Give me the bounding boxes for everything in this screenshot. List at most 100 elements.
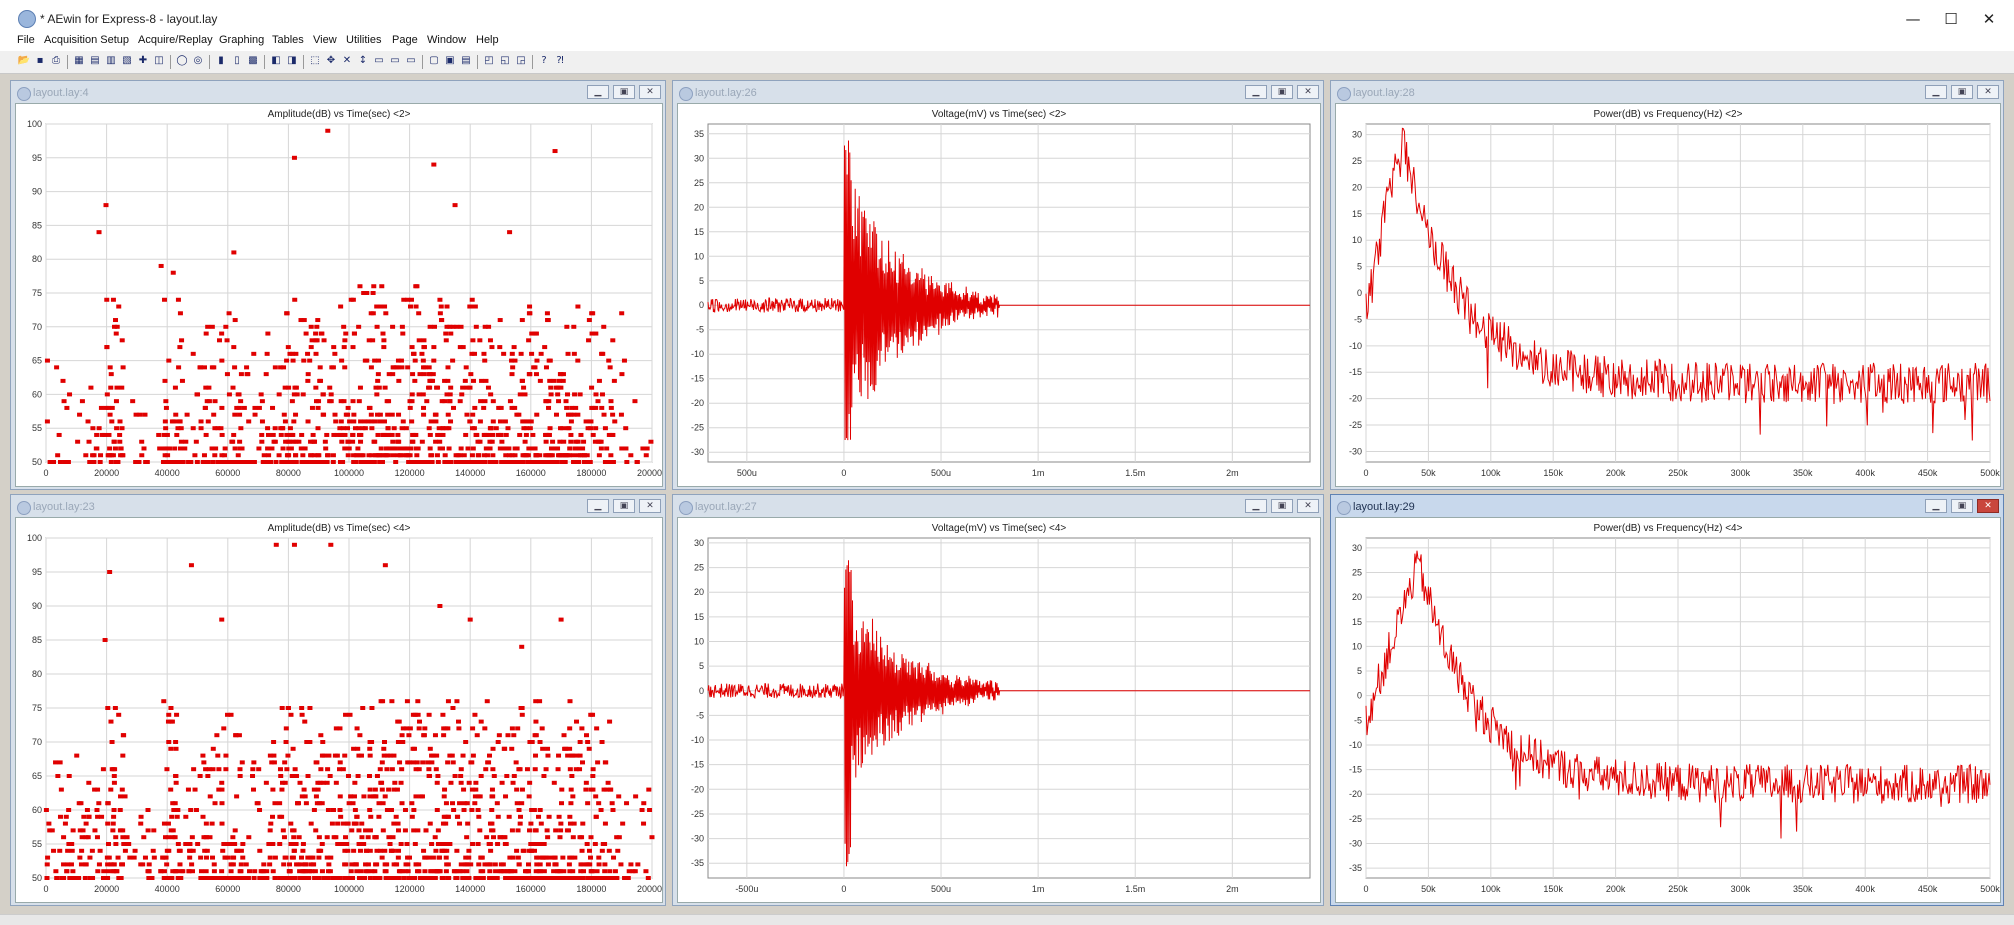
layout1-icon[interactable]: ◧ [269, 54, 283, 68]
data-point [560, 855, 566, 860]
page1-icon[interactable]: ▢ [427, 54, 441, 68]
table-icon[interactable]: ▥ [104, 54, 118, 68]
menu-utilities[interactable]: Utilities [346, 34, 381, 46]
data-point [332, 351, 338, 356]
window-icon[interactable] [679, 87, 693, 101]
whatsthis-icon[interactable]: ⁈ [553, 54, 567, 68]
chart-window[interactable]: layout.lay:4 ▁ ▣ ✕ Amplitude(dB) vs Time(sec… [10, 80, 666, 490]
bars-icon[interactable]: ▮ [214, 54, 228, 68]
chart-window[interactable]: layout.lay:27 ▁ ▣ ✕ Voltage(mV) vs Time(sec)… [672, 494, 1324, 906]
chart-window[interactable]: layout.lay:26 ▁ ▣ ✕ Voltage(mV) vs Time(sec)… [672, 80, 1324, 490]
window-restore-button[interactable]: ▣ [1951, 85, 1973, 99]
page3-icon[interactable]: ▤ [459, 54, 473, 68]
data-point [491, 774, 497, 778]
tile2-icon[interactable]: ◱ [498, 54, 512, 68]
menu-page[interactable]: Page [392, 34, 418, 46]
cross-icon[interactable]: ✕ [340, 54, 354, 68]
window-close-button[interactable]: ✕ [1977, 499, 1999, 513]
y-tick-label: 20 [1352, 592, 1362, 602]
grid-icon[interactable]: ▤ [88, 54, 102, 68]
menu-window[interactable]: Window [427, 34, 466, 46]
chart-window[interactable]: layout.lay:28 ▁ ▣ ✕ Power(dB) vs Frequency(H… [1330, 80, 2004, 490]
filter-icon[interactable]: ▧ [120, 54, 134, 68]
data-point [470, 726, 476, 731]
tool-icon[interactable]: ✚ [136, 54, 150, 68]
menu-file[interactable]: File [17, 34, 35, 46]
page2-icon[interactable]: ▣ [443, 54, 457, 68]
cursor-icon[interactable]: ↕ [356, 54, 370, 68]
window-restore-button[interactable]: ▣ [613, 85, 635, 99]
chart-icon[interactable]: ◫ [152, 54, 166, 68]
data-point [546, 405, 552, 410]
menu-view[interactable]: View [313, 34, 337, 46]
window-close-button[interactable]: ✕ [1297, 85, 1319, 99]
window-icon[interactable] [1337, 501, 1351, 515]
data-point [421, 848, 427, 853]
circle-icon[interactable]: ◯ [175, 54, 189, 68]
open-icon[interactable]: 📂 [17, 54, 31, 68]
window-icon[interactable] [17, 87, 31, 101]
print-icon[interactable]: ⎙ [49, 54, 63, 68]
data-point [117, 439, 123, 444]
window-restore-button[interactable]: ▣ [1271, 85, 1293, 99]
menu-acquisition-setup[interactable]: Acquisition Setup [44, 34, 129, 46]
data-point [329, 365, 335, 370]
window-minimize-button[interactable]: ▁ [1925, 499, 1947, 513]
data-point [57, 848, 63, 853]
window-restore-button[interactable]: ▣ [613, 499, 635, 513]
window-icon[interactable] [1337, 87, 1351, 101]
menu-tables[interactable]: Tables [272, 34, 304, 46]
menu-help[interactable]: Help [476, 34, 499, 46]
rect3-icon[interactable]: ▭ [404, 54, 418, 68]
move-icon[interactable]: ✥ [324, 54, 338, 68]
window-close-button[interactable]: ✕ [639, 85, 661, 99]
menu-graphing[interactable]: Graphing [219, 34, 264, 46]
window-icon[interactable] [679, 501, 693, 515]
data-point [519, 644, 525, 649]
tile1-icon[interactable]: ◰ [482, 54, 496, 68]
window-restore-button[interactable]: ▣ [1951, 499, 1973, 513]
data-point [95, 869, 101, 874]
data-point [314, 324, 320, 329]
columns-icon[interactable]: ▯ [230, 54, 244, 68]
chart-window[interactable]: layout.lay:23 ▁ ▣ ✕ Amplitude(dB) vs Time(se… [10, 494, 666, 906]
window-minimize-button[interactable]: ▁ [1245, 499, 1267, 513]
window-close-button[interactable]: ✕ [1297, 499, 1319, 513]
window-minimize-button[interactable]: ▁ [587, 85, 609, 99]
save-icon[interactable]: ▪ [33, 54, 47, 68]
data-point [83, 821, 89, 826]
chart-window[interactable]: layout.lay:29 ▁ ▣ ✕ Power(dB) vs Frequency(H… [1330, 494, 2004, 906]
window-minimize-button[interactable]: ▁ [587, 499, 609, 513]
y-tick-label: -15 [691, 760, 704, 770]
window-minimize-button[interactable]: ▁ [1245, 85, 1267, 99]
layout2-icon[interactable]: ◨ [285, 54, 299, 68]
grid2-icon[interactable]: ▩ [246, 54, 260, 68]
data-point [300, 869, 306, 874]
setup-icon[interactable]: ▦ [72, 54, 86, 68]
app-icon[interactable] [18, 10, 36, 28]
data-point [452, 203, 458, 208]
menu-acquire-replay[interactable]: Acquire/Replay [138, 34, 213, 46]
help-icon[interactable]: ? [537, 54, 551, 68]
data-point [364, 358, 370, 363]
data-point [215, 753, 221, 758]
data-point [339, 842, 345, 846]
data-point [201, 760, 207, 765]
data-point [214, 733, 220, 738]
y-tick-label: 100 [27, 119, 42, 129]
data-point [539, 726, 545, 731]
data-point [56, 432, 62, 437]
rect1-icon[interactable]: ▭ [372, 54, 386, 68]
window-minimize-button[interactable]: ▁ [1925, 85, 1947, 99]
zoom-icon[interactable]: ⬚ [308, 54, 322, 68]
data-point [287, 869, 293, 874]
target-icon[interactable]: ◎ [191, 54, 205, 68]
data-point [131, 855, 137, 860]
window-icon[interactable] [17, 501, 31, 515]
window-restore-button[interactable]: ▣ [1271, 499, 1293, 513]
window-close-button[interactable]: ✕ [1977, 85, 1999, 99]
window-close-button[interactable]: ✕ [639, 499, 661, 513]
close-button[interactable]: ✕ [1966, 6, 2012, 32]
rect2-icon[interactable]: ▭ [388, 54, 402, 68]
tile3-icon[interactable]: ◲ [514, 54, 528, 68]
